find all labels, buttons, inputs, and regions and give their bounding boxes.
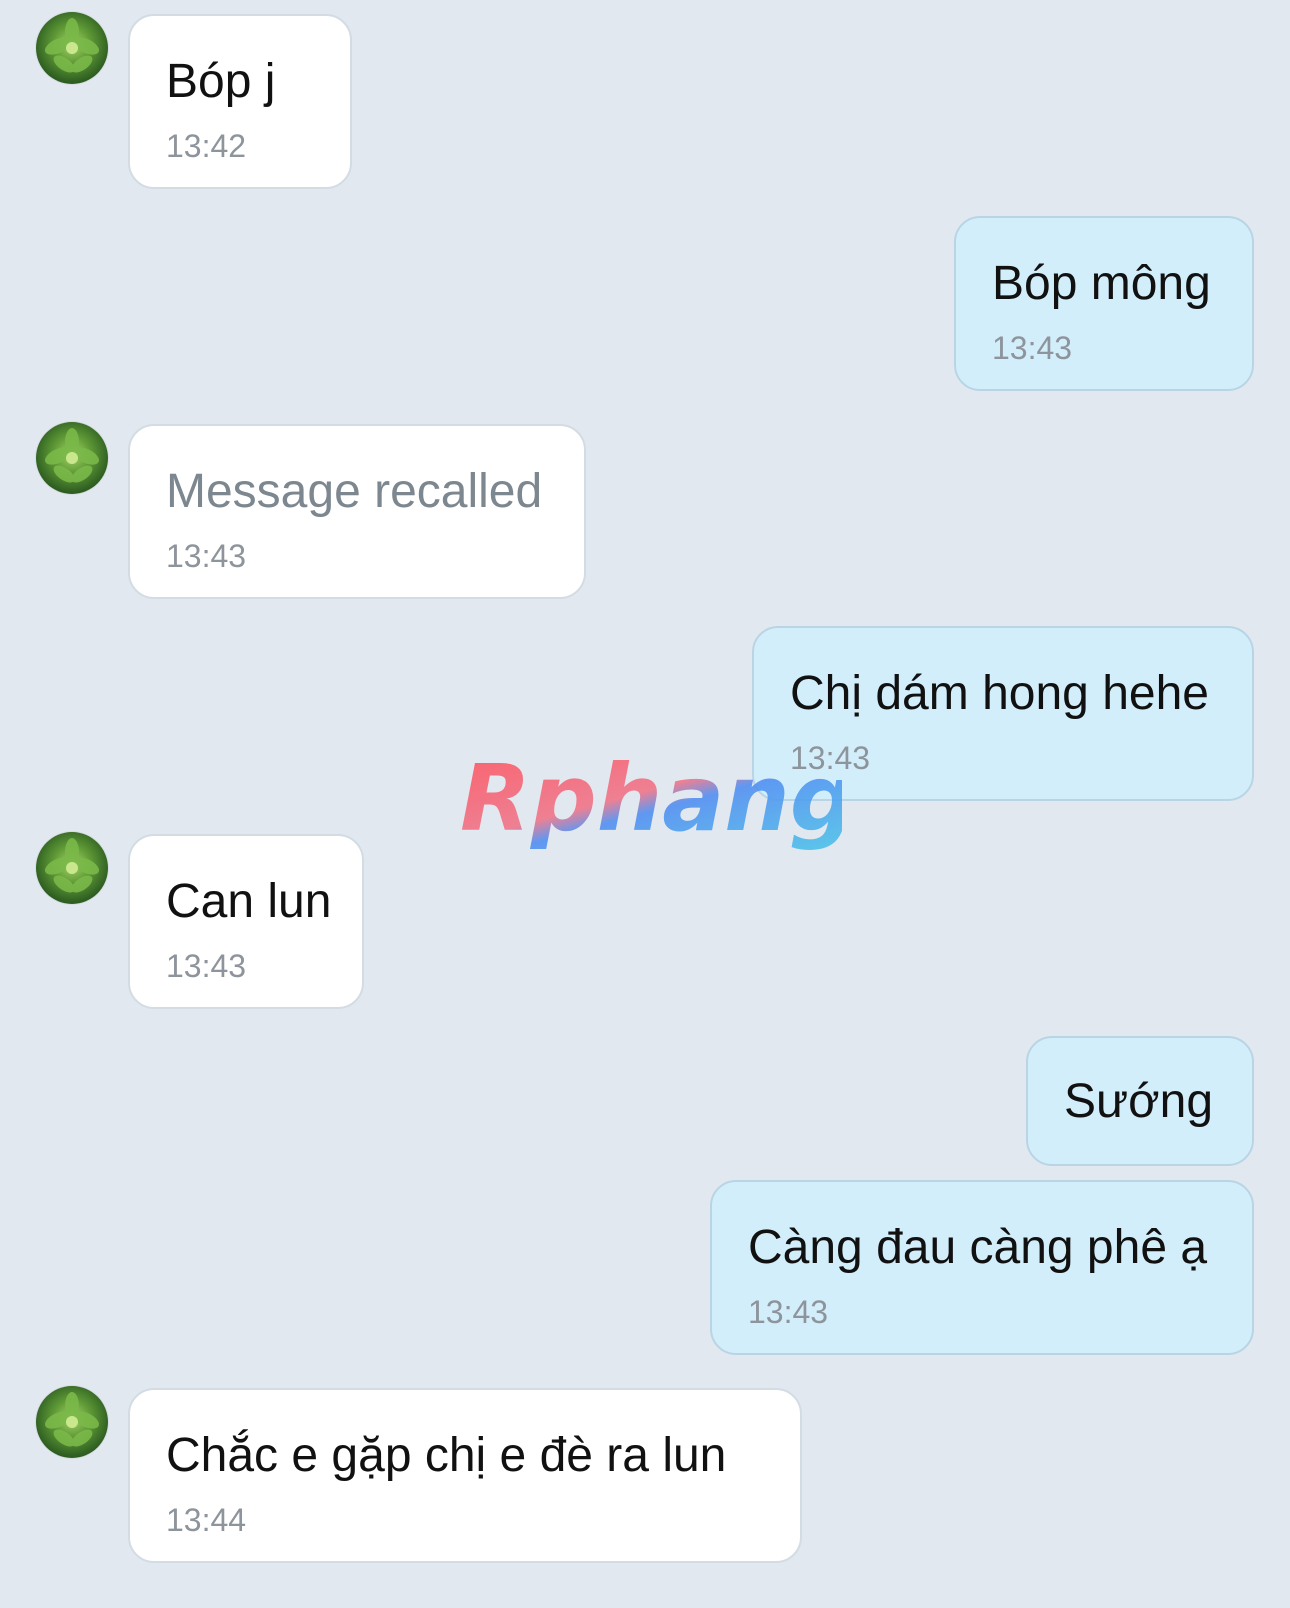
contact-avatar[interactable]: [36, 422, 108, 494]
contact-avatar[interactable]: [36, 12, 108, 84]
watermark-logo: Rphang: [452, 752, 842, 862]
svg-text:Rphang: Rphang: [460, 752, 842, 852]
message-text: Bóp mông: [992, 257, 1211, 310]
leaf-avatar-icon: [44, 428, 100, 483]
message-text: Sướng: [1064, 1075, 1214, 1128]
message-timestamp: 13:43: [992, 330, 1073, 366]
message-text: Bóp j: [166, 55, 276, 108]
message-timestamp: 13:43: [790, 740, 871, 776]
message-bubble-incoming[interactable]: Chắc e gặp chị e đè ra lun 13:44: [128, 1388, 802, 1563]
message-text: Càng đau càng phê ạ: [748, 1221, 1208, 1274]
recalled-message-text: Message recalled: [166, 465, 543, 518]
chat-thread: Bóp j 13:42 Bóp mông 13:43 Message recal…: [0, 0, 1290, 1608]
leaf-avatar-icon: [44, 838, 100, 893]
message-timestamp: 13:43: [166, 948, 247, 984]
message-timestamp: 13:42: [166, 128, 247, 164]
message-timestamp: 13:43: [166, 538, 247, 574]
contact-avatar[interactable]: [36, 1386, 108, 1458]
message-bubble-recalled[interactable]: Message recalled 13:43: [128, 424, 586, 599]
rphang-logo-icon: Rphang: [460, 752, 842, 852]
message-timestamp: 13:43: [748, 1294, 829, 1330]
message-text: Can lun: [166, 875, 332, 928]
message-timestamp: 13:44: [166, 1502, 247, 1538]
message-text: Chị dám hong hehe: [790, 667, 1209, 720]
message-bubble-incoming[interactable]: Can lun 13:43: [128, 834, 364, 1009]
contact-avatar[interactable]: [36, 832, 108, 904]
leaf-avatar-icon: [44, 18, 100, 73]
leaf-avatar-icon: [44, 1392, 100, 1447]
message-bubble-outgoing[interactable]: Càng đau càng phê ạ 13:43: [710, 1180, 1254, 1355]
message-bubble-outgoing[interactable]: Bóp mông 13:43: [954, 216, 1254, 391]
message-bubble-outgoing[interactable]: Sướng: [1026, 1036, 1254, 1166]
message-bubble-incoming[interactable]: Bóp j 13:42: [128, 14, 352, 189]
message-text: Chắc e gặp chị e đè ra lun: [166, 1429, 727, 1482]
